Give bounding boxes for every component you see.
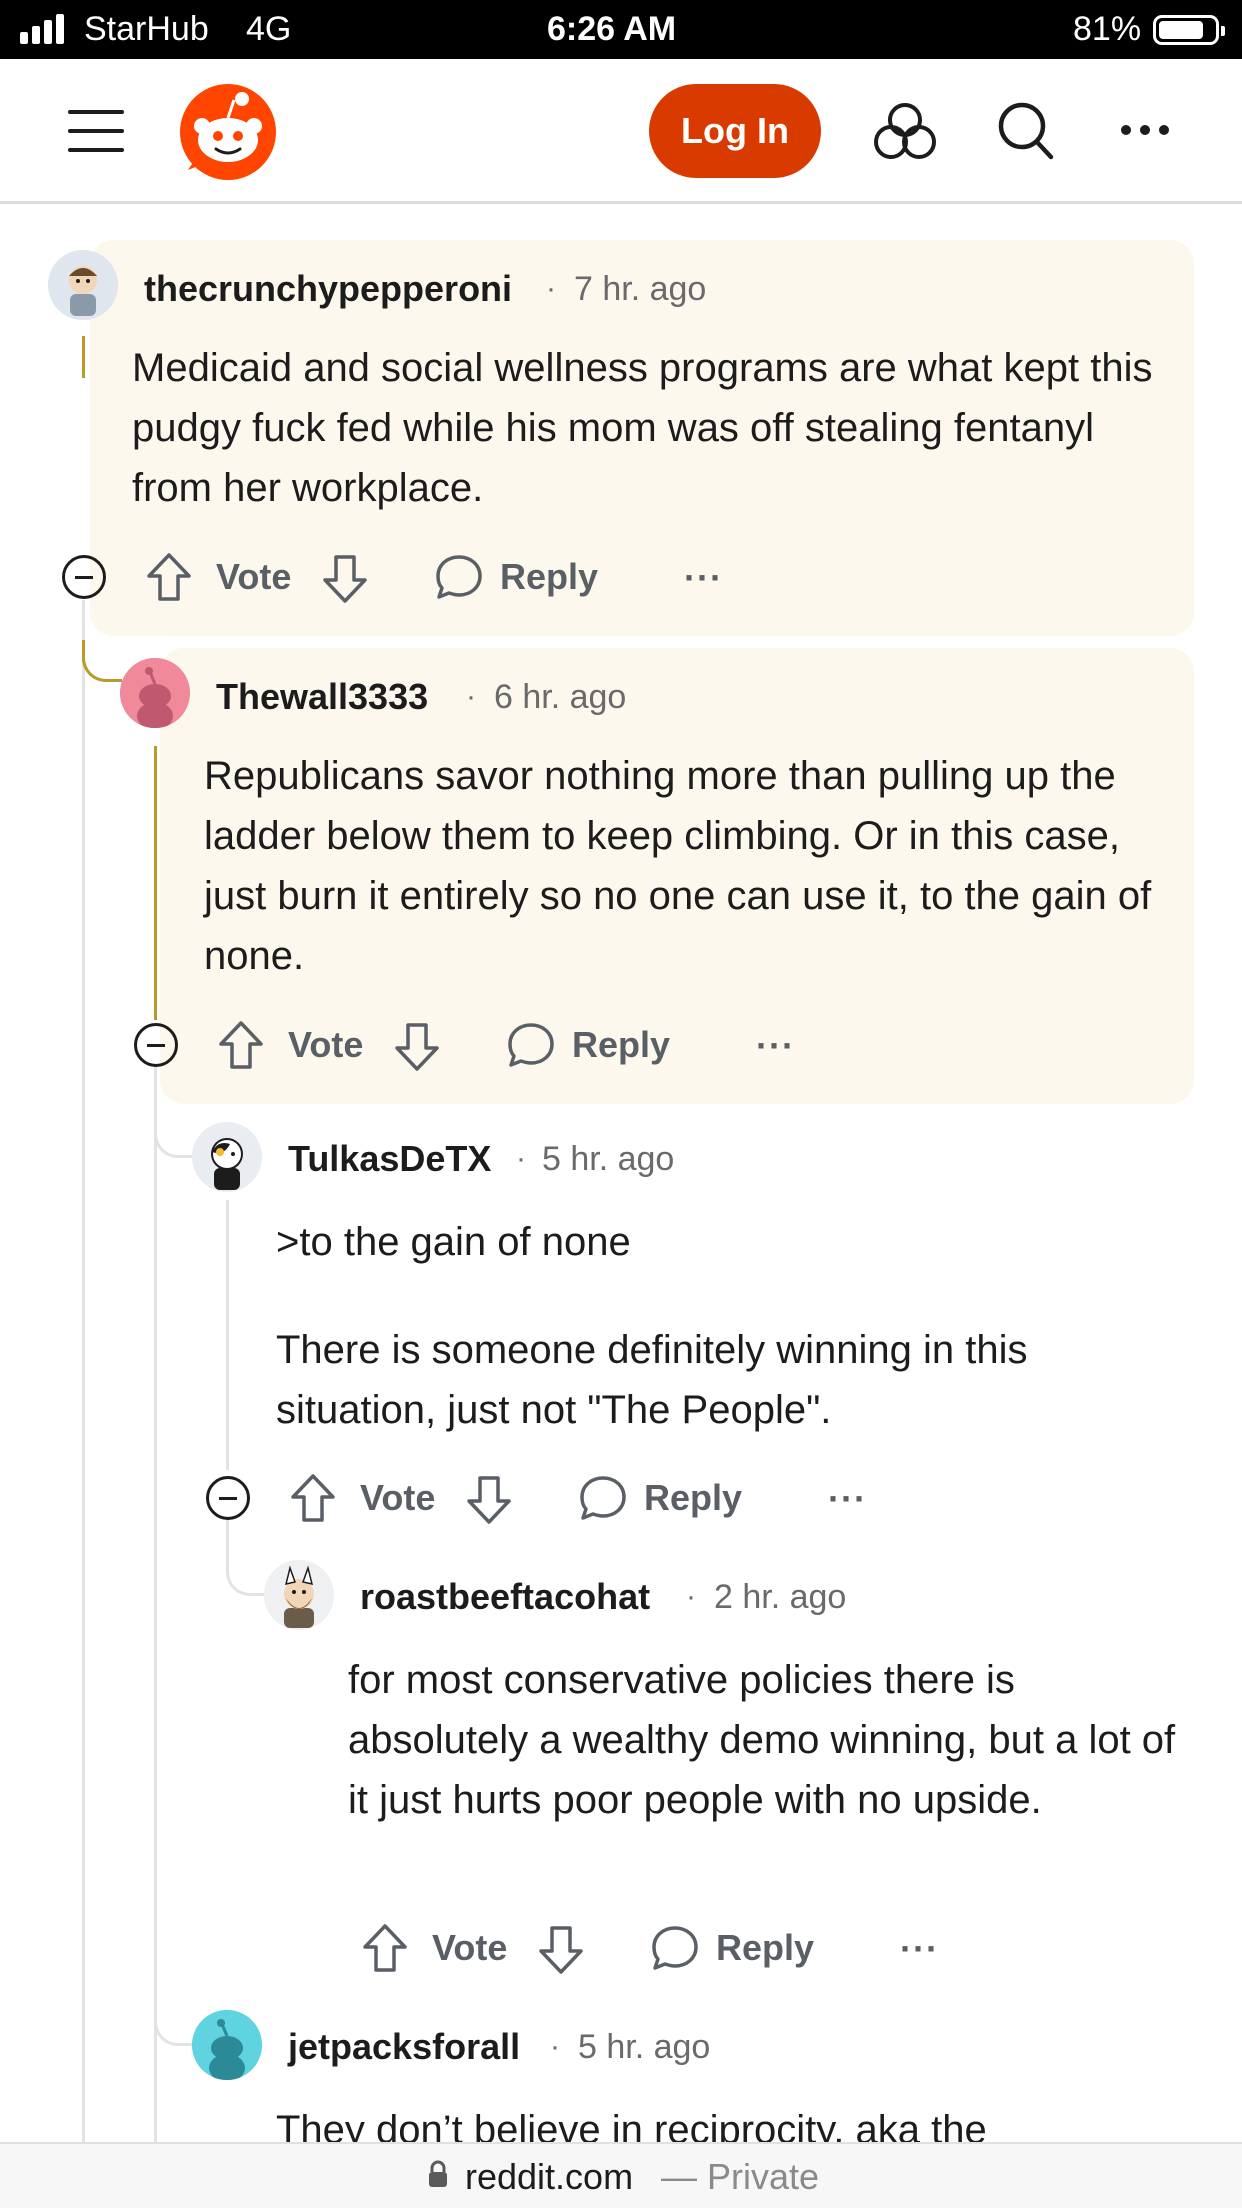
comment-username[interactable]: Thewall3333 bbox=[216, 676, 428, 718]
thread-branch bbox=[82, 640, 122, 682]
vote-label: Vote bbox=[360, 1477, 436, 1518]
thread-line bbox=[82, 600, 85, 2142]
comment-body: They don’t believe in reciprocity, aka t… bbox=[276, 2108, 987, 2142]
thread-branch bbox=[154, 1990, 194, 2046]
comment-body: There is someone definitely winning in t… bbox=[276, 1328, 1028, 1432]
comment-body: Medicaid and social wellness programs ar… bbox=[132, 346, 1153, 510]
downvote-icon[interactable] bbox=[322, 554, 368, 609]
avatar[interactable] bbox=[192, 1122, 262, 1192]
thread-branch bbox=[154, 1108, 194, 1158]
avatar[interactable] bbox=[192, 2010, 262, 2080]
reply-icon[interactable] bbox=[650, 1924, 700, 1977]
collapse-thread-icon[interactable] bbox=[62, 555, 106, 599]
reply-button[interactable]: Reply bbox=[500, 556, 598, 598]
thread-line bbox=[226, 1200, 229, 1470]
avatar[interactable] bbox=[48, 250, 118, 320]
reply-icon[interactable] bbox=[434, 553, 484, 606]
more-options-icon[interactable] bbox=[1120, 122, 1170, 138]
reply-icon[interactable] bbox=[578, 1474, 628, 1527]
comment-body: Republicans savor nothing more than pull… bbox=[204, 754, 1152, 978]
thread-branch bbox=[226, 1540, 266, 1596]
comment-username[interactable]: TulkasDeTX bbox=[288, 1138, 491, 1180]
meta-separator-icon: · bbox=[516, 1142, 526, 1175]
lock-icon bbox=[428, 2160, 448, 2193]
clock: 6:26 AM bbox=[547, 10, 677, 48]
collapse-thread-icon[interactable] bbox=[206, 1476, 250, 1520]
upvote-icon[interactable] bbox=[290, 1473, 336, 1528]
vote-label: Vote bbox=[288, 1024, 364, 1065]
comment-more-icon[interactable]: ··· bbox=[756, 1028, 795, 1064]
status-bar: StarHub 4G 6:26 AM 81% bbox=[0, 0, 1242, 59]
comment-more-icon[interactable]: ··· bbox=[684, 560, 723, 596]
battery-percent: 81% bbox=[1073, 10, 1142, 48]
comment-username[interactable]: thecrunchypepperoni bbox=[144, 268, 512, 310]
upvote-icon[interactable] bbox=[146, 552, 192, 607]
thread-line bbox=[154, 746, 157, 1020]
thread-line bbox=[154, 1066, 157, 2142]
meta-separator-icon: · bbox=[546, 272, 556, 305]
downvote-icon[interactable] bbox=[538, 1925, 584, 1980]
avatar[interactable] bbox=[120, 658, 190, 728]
carrier-name: StarHub bbox=[84, 10, 209, 48]
comment-time: 7 hr. ago bbox=[574, 270, 707, 308]
upvote-icon[interactable] bbox=[362, 1923, 408, 1978]
meta-separator-icon: · bbox=[466, 680, 476, 713]
comment-time: 6 hr. ago bbox=[494, 678, 627, 716]
battery-icon bbox=[1153, 15, 1225, 45]
signal-strength-icon bbox=[20, 14, 72, 44]
log-in-button[interactable]: Log In bbox=[649, 84, 821, 178]
reply-button[interactable]: Reply bbox=[644, 1477, 742, 1519]
reddit-logo[interactable] bbox=[178, 82, 278, 182]
vote-label: Vote bbox=[432, 1927, 508, 1968]
meta-separator-icon: · bbox=[686, 1580, 696, 1613]
comment-time: 2 hr. ago bbox=[714, 1578, 847, 1616]
search-icon[interactable] bbox=[996, 100, 1056, 162]
comment-time: 5 hr. ago bbox=[542, 1140, 675, 1178]
private-mode-label: — Private bbox=[661, 2156, 820, 2197]
network-type: 4G bbox=[246, 10, 292, 48]
comment-time: 5 hr. ago bbox=[578, 2028, 711, 2066]
comment-more-icon[interactable]: ··· bbox=[900, 1931, 939, 1967]
comment-username[interactable]: jetpacksforall bbox=[288, 2026, 520, 2068]
meta-separator-icon: · bbox=[550, 2030, 560, 2063]
communities-icon[interactable] bbox=[873, 100, 937, 162]
menu-icon[interactable] bbox=[68, 108, 124, 154]
reply-button[interactable]: Reply bbox=[716, 1927, 814, 1969]
collapse-thread-icon[interactable] bbox=[134, 1023, 178, 1067]
reply-icon[interactable] bbox=[506, 1021, 556, 1074]
url-domain[interactable]: reddit.com bbox=[465, 2156, 633, 2198]
avatar[interactable] bbox=[264, 1560, 334, 1630]
comment-more-icon[interactable]: ··· bbox=[828, 1481, 867, 1517]
thread-line bbox=[82, 336, 85, 378]
vote-label: Vote bbox=[216, 556, 292, 597]
upvote-icon[interactable] bbox=[218, 1020, 264, 1075]
downvote-icon[interactable] bbox=[394, 1022, 440, 1077]
comment-quote: >to the gain of none bbox=[276, 1220, 631, 1264]
reply-button[interactable]: Reply bbox=[572, 1024, 670, 1066]
downvote-icon[interactable] bbox=[466, 1475, 512, 1530]
comment-body: for most conservative policies there is … bbox=[348, 1658, 1176, 1822]
comment-username[interactable]: roastbeeftacohat bbox=[360, 1576, 650, 1618]
